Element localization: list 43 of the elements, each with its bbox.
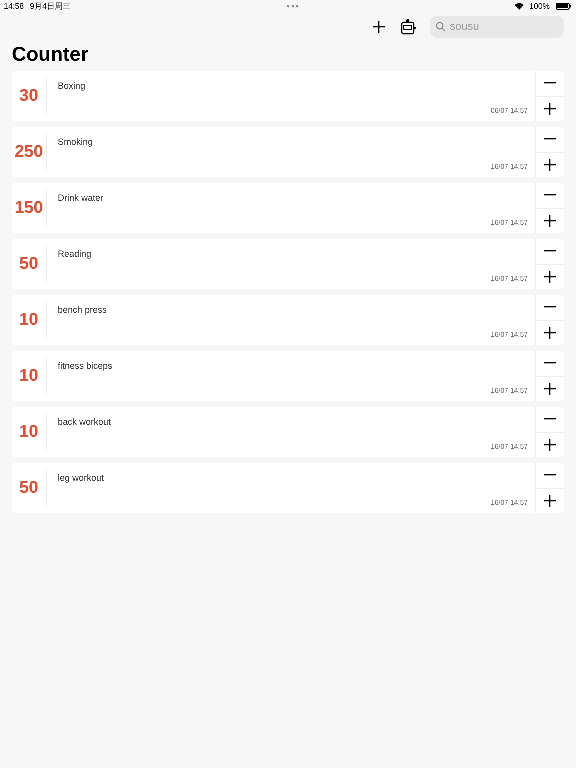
counter-value: 30 <box>12 77 47 115</box>
counter-device-icon[interactable] <box>399 17 418 37</box>
add-button[interactable] <box>371 19 387 35</box>
status-time: 14:58 <box>4 2 24 10</box>
plus-icon <box>544 214 556 227</box>
plus-icon <box>544 158 556 171</box>
counter-value: 10 <box>12 301 47 339</box>
counter-name: fitness biceps <box>58 361 114 371</box>
plus-icon <box>544 438 556 451</box>
search-icon <box>436 22 446 32</box>
counter-name: Reading <box>58 249 93 259</box>
minus-icon <box>544 250 556 252</box>
counter-name: Smoking <box>58 137 94 147</box>
plus-icon <box>544 270 556 283</box>
counter-value: 10 <box>12 357 47 395</box>
wifi-icon <box>514 2 524 10</box>
status-date: 9月4日周三 <box>30 0 71 12</box>
search-field[interactable]: sousu <box>430 16 564 38</box>
counter-value: 150 <box>12 189 47 227</box>
more-icon[interactable] <box>286 4 299 8</box>
counter-value: 50 <box>12 469 47 507</box>
plus-icon <box>544 326 556 339</box>
minus-icon <box>544 362 556 364</box>
counter-name: leg workout <box>58 473 106 483</box>
counter-value: 250 <box>12 133 47 171</box>
counter-name: back workout <box>58 417 112 427</box>
minus-icon <box>544 82 556 84</box>
counter-name: Drink water <box>58 193 105 203</box>
plus-icon <box>544 494 556 507</box>
battery-percentage: 100% <box>530 2 550 10</box>
minus-icon <box>544 138 556 140</box>
battery-icon <box>556 2 572 10</box>
plus-icon <box>544 382 556 395</box>
counter-value: 10 <box>12 413 47 451</box>
minus-icon <box>544 418 556 420</box>
page-title: Counter <box>11 43 90 68</box>
minus-icon <box>544 474 556 476</box>
counter-name: Boxing <box>58 81 87 91</box>
counter-name: bench press <box>58 305 108 315</box>
minus-icon <box>544 306 556 308</box>
plus-icon <box>544 102 556 115</box>
minus-icon <box>544 194 556 196</box>
counter-value: 50 <box>12 245 47 283</box>
